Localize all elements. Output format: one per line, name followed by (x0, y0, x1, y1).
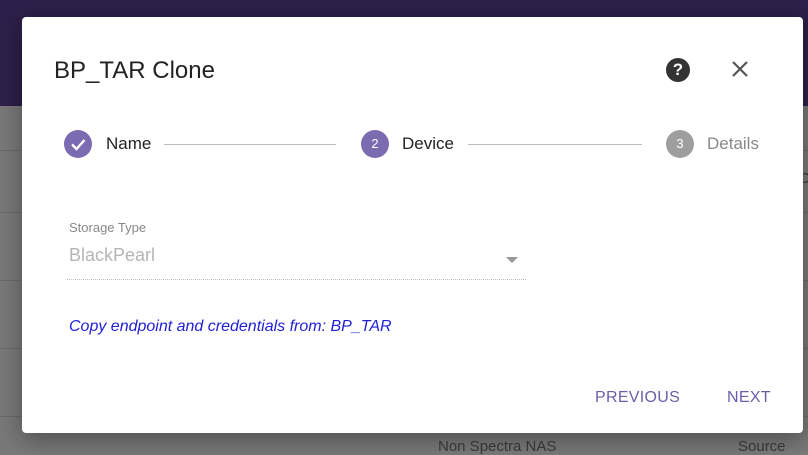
clone-dialog: BP_TAR Clone ? Name 2 Device 3 Details S… (22, 17, 803, 433)
step-connector (468, 144, 642, 145)
storage-type-select[interactable]: BlackPearl (67, 241, 526, 280)
next-button[interactable]: NEXT (727, 389, 771, 407)
dialog-title: BP_TAR Clone (54, 57, 215, 84)
step-name-check-icon (64, 130, 92, 158)
help-icon[interactable]: ? (666, 58, 690, 82)
close-icon[interactable] (727, 56, 753, 82)
chevron-down-icon (506, 257, 518, 263)
background-cell-text: Source (738, 438, 786, 455)
step-connector (164, 144, 336, 145)
storage-type-label: Storage Type (69, 220, 147, 235)
step-name-label: Name (106, 134, 152, 153)
storage-type-value: BlackPearl (69, 245, 156, 265)
step-details-label: Details (707, 134, 759, 153)
step-device-label: Device (402, 134, 454, 153)
previous-button[interactable]: PREVIOUS (595, 389, 680, 407)
step-device-number: 2 (361, 130, 389, 158)
copy-credentials-link[interactable]: Copy endpoint and credentials from: BP_T… (69, 318, 392, 336)
step-details-number: 3 (666, 130, 694, 158)
background-cell-text: Non Spectra NAS (438, 438, 557, 455)
